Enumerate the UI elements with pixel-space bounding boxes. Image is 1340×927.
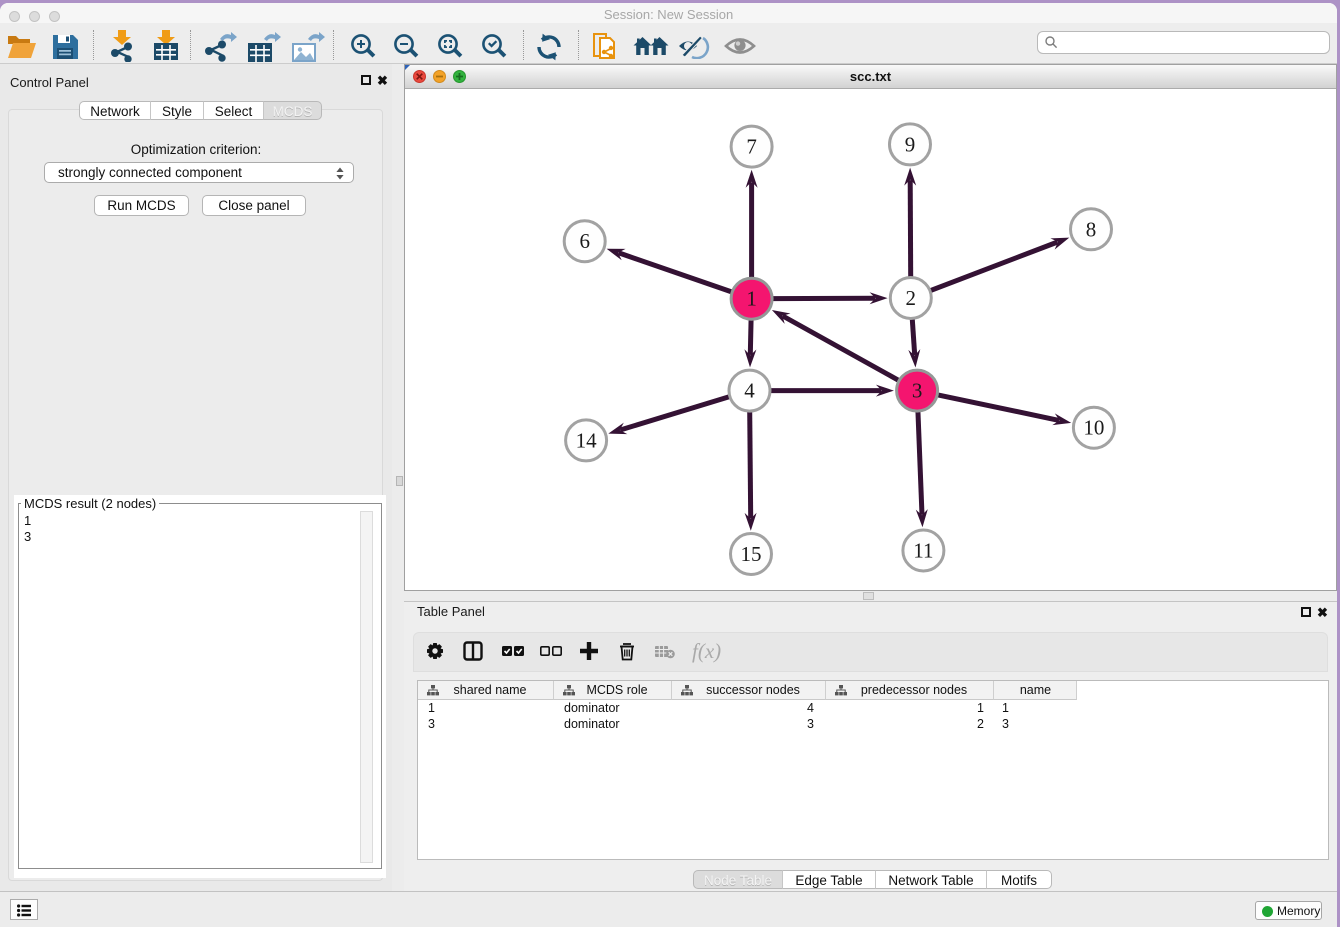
svg-text:9: 9 — [905, 132, 916, 156]
svg-text:10: 10 — [1083, 416, 1104, 440]
svg-text:14: 14 — [576, 428, 598, 452]
svg-text:11: 11 — [913, 539, 933, 563]
svg-text:6: 6 — [579, 229, 590, 253]
svg-text:8: 8 — [1086, 217, 1097, 241]
svg-text:15: 15 — [741, 542, 762, 566]
svg-text:2: 2 — [906, 286, 917, 310]
svg-text:4: 4 — [744, 379, 755, 403]
svg-text:7: 7 — [746, 135, 757, 159]
svg-text:1: 1 — [746, 287, 757, 311]
svg-text:3: 3 — [912, 379, 923, 403]
